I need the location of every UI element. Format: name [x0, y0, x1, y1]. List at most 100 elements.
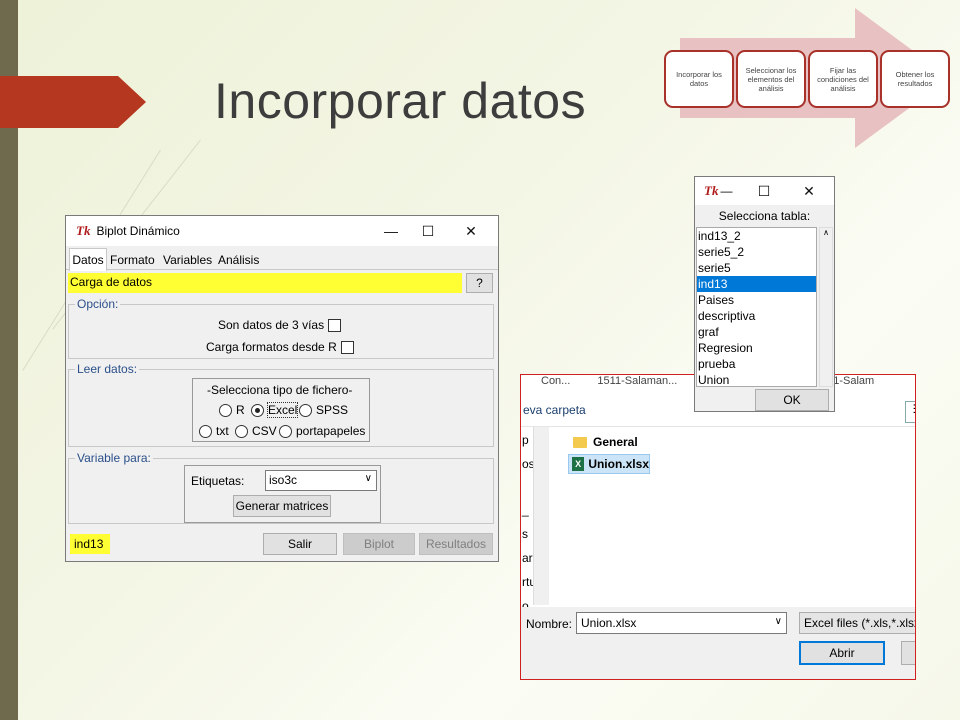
three-way-row: Son datos de 3 vías — [218, 318, 342, 332]
tk-logo-icon: Tk — [76, 223, 91, 238]
nav-item[interactable]: ar — [522, 551, 533, 565]
slide-title: Incorporar datos — [214, 73, 587, 129]
file-type-box: -Selecciona tipo de fichero- R Excel SPS… — [192, 378, 370, 442]
nav-item[interactable]: _ — [522, 503, 529, 517]
three-way-label: Son datos de 3 vías — [218, 318, 325, 332]
three-way-checkbox[interactable] — [328, 318, 342, 332]
opcion-label: Opción: — [75, 297, 121, 311]
radio-txt-label: txt — [216, 424, 229, 438]
list-item[interactable]: Union — [697, 372, 816, 386]
filename-input[interactable]: Union.xlsx ∨ — [576, 612, 787, 634]
ok-button[interactable]: OK — [755, 389, 829, 411]
list-scrollbar[interactable]: ∧ — [819, 227, 833, 387]
biplot-window: Tk Biplot Dinámico — ☐ ✕ Datos Formato V… — [65, 215, 499, 562]
title-arrow-shape — [0, 76, 146, 128]
radio-csv-label: CSV — [252, 424, 277, 438]
step-fijar: Fijar las condiciones del análisis — [808, 50, 878, 108]
biplot-titlebar: Tk Biplot Dinámico — ☐ ✕ — [66, 216, 498, 246]
leer-datos-group: Leer datos: -Selecciona tipo de fichero-… — [68, 362, 494, 447]
list-item[interactable]: Paises — [697, 292, 816, 308]
breadcrumb-item[interactable]: Con... — [541, 375, 570, 387]
radio-excel-row[interactable]: Excel — [251, 402, 299, 418]
chevron-down-icon: ∨ — [774, 616, 782, 627]
status-field: ind13 — [70, 534, 110, 554]
radio-r-row[interactable]: R — [219, 403, 245, 417]
table-listbox[interactable]: ind13_2 serie5_2 serie5 ind13 Paises des… — [696, 227, 817, 387]
tab-datos[interactable]: Datos — [69, 248, 107, 271]
step-obtener: Obtener los resultados — [880, 50, 950, 108]
list-item[interactable]: graf — [697, 324, 816, 340]
variable-label: Variable para: — [75, 451, 153, 465]
radio-csv-row[interactable]: CSV — [235, 424, 277, 438]
generar-matrices-button[interactable]: Generar matrices — [233, 495, 331, 517]
help-button[interactable]: ? — [466, 273, 493, 293]
radio-portapapeles[interactable] — [279, 424, 292, 438]
abrir-button[interactable]: Abrir — [799, 641, 885, 665]
select-table-dialog: Tk — ☐ ✕ Selecciona tabla: ind13_2 serie… — [694, 176, 835, 412]
new-folder-button[interactable]: eva carpeta — [523, 403, 586, 417]
breadcrumb-item[interactable]: 1511-Salaman... — [597, 375, 677, 387]
biplot-button[interactable]: Biplot — [343, 533, 415, 555]
radio-spss[interactable] — [299, 403, 312, 417]
file-open-dialog: Con... 1511-Salaman... en 1511-Salam eva… — [520, 374, 916, 680]
etiquetas-box: Etiquetas: iso3c ∨ Generar matrices — [184, 465, 381, 523]
load-formats-checkbox[interactable] — [340, 340, 354, 354]
tab-variables[interactable]: Variables — [163, 253, 212, 267]
file-type-label: -Selecciona tipo de fichero- — [207, 383, 353, 397]
list-item-selected[interactable]: ind13 — [697, 276, 816, 292]
radio-txt[interactable] — [199, 424, 212, 438]
list-item[interactable]: serie5_2 — [697, 244, 816, 260]
select-table-label: Selecciona tabla: — [718, 209, 811, 223]
variable-group: Variable para: Etiquetas: iso3c ∨ Genera… — [68, 451, 494, 524]
radio-r[interactable] — [219, 403, 232, 417]
minimize-icon[interactable]: — — [720, 184, 732, 198]
etiquetas-value: iso3c — [269, 473, 298, 487]
biplot-window-title: Biplot Dinámico — [96, 224, 180, 238]
file-item-union[interactable]: X Union.xlsx — [568, 454, 650, 474]
list-item[interactable]: descriptiva — [697, 308, 816, 324]
cancel-button[interactable] — [901, 641, 915, 665]
maximize-icon[interactable]: ☐ — [749, 177, 779, 205]
radio-txt-row[interactable]: txt — [199, 424, 229, 438]
tk-logo-icon: Tk — [704, 183, 719, 198]
resultados-button[interactable]: Resultados — [419, 533, 493, 555]
radio-portapapeles-row[interactable]: portapapeles — [279, 424, 365, 438]
salir-button[interactable]: Salir — [263, 533, 337, 555]
maximize-icon[interactable]: ☐ — [413, 216, 443, 246]
chevron-up-icon[interactable]: ∧ — [823, 228, 829, 237]
file-type-filter[interactable]: Excel files (*.xls,*.xlsx) — [799, 612, 915, 634]
close-icon[interactable]: ✕ — [794, 177, 824, 205]
file-item-general[interactable]: General — [573, 435, 638, 449]
tab-formato[interactable]: Formato — [110, 253, 155, 267]
filename-value: Union.xlsx — [581, 616, 637, 630]
tab-analisis[interactable]: Análisis — [218, 253, 259, 267]
view-icon[interactable]: ☷ — [905, 401, 915, 423]
carga-datos-header: Carga de datos — [68, 273, 462, 293]
radio-excel[interactable] — [251, 403, 264, 417]
chevron-down-icon: ∨ — [364, 473, 372, 484]
file-item-name: Union.xlsx — [588, 457, 649, 471]
step-incorporar: Incorporar los datos — [664, 50, 734, 108]
dialog-bottom: Nombre: Union.xlsx ∨ Excel files (*.xls,… — [521, 607, 915, 679]
radio-excel-label: Excel — [266, 402, 299, 418]
load-formats-row: Carga formatos desde R — [206, 340, 354, 354]
nav-item[interactable]: p — [522, 433, 529, 447]
list-item[interactable]: ind13_2 — [697, 228, 816, 244]
etiquetas-label: Etiquetas: — [191, 474, 245, 488]
list-item[interactable]: Regresion — [697, 340, 816, 356]
radio-spss-row[interactable]: SPSS — [299, 403, 348, 417]
nav-item[interactable]: s — [522, 527, 528, 541]
folder-icon — [573, 436, 587, 448]
file-item-name: General — [593, 435, 638, 449]
list-item[interactable]: serie5 — [697, 260, 816, 276]
etiquetas-select[interactable]: iso3c ∨ — [265, 470, 377, 491]
radio-csv[interactable] — [235, 424, 248, 438]
step-seleccionar: Seleccionar los elementos del análisis — [736, 50, 806, 108]
close-icon[interactable]: ✕ — [456, 216, 486, 246]
radio-spss-label: SPSS — [316, 403, 349, 417]
minimize-icon[interactable]: — — [376, 216, 406, 246]
select-table-titlebar: Tk — ☐ ✕ — [695, 177, 834, 205]
radio-portapapeles-label: portapapeles — [296, 424, 366, 438]
list-item[interactable]: prueba — [697, 356, 816, 372]
nav-scrollbar[interactable] — [533, 427, 549, 605]
